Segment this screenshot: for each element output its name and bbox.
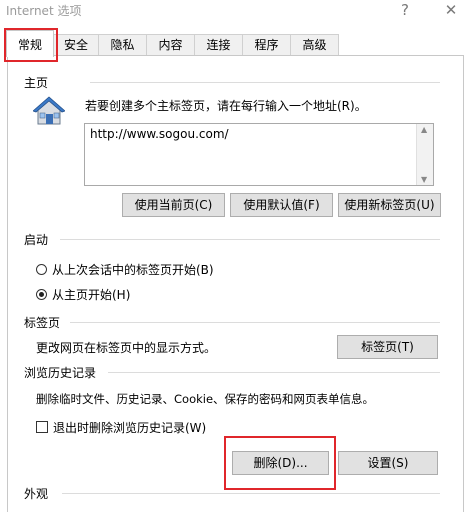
startup-divider xyxy=(60,239,440,240)
window-title: Internet 选项 xyxy=(6,4,82,18)
highlight-general-tab xyxy=(4,28,58,62)
tab-label: 安全 xyxy=(63,38,88,52)
tab-connections[interactable]: 连接 xyxy=(194,34,243,56)
tab-label: 内容 xyxy=(158,38,183,52)
tab-label: 连接 xyxy=(206,38,231,52)
history-description: 删除临时文件、历史记录、Cookie、保存的密码和网页表单信息。 xyxy=(36,392,375,406)
appearance-divider xyxy=(62,493,440,494)
use-new-tab-button[interactable]: 使用新标签页(U) xyxy=(338,193,441,217)
history-settings-button[interactable]: 设置(S) xyxy=(338,451,438,475)
delete-on-exit-label[interactable]: 退出时删除浏览历史记录(W) xyxy=(53,419,206,436)
homepage-instruction: 若要创建多个主标签页，请在每行输入一个地址(R)。 xyxy=(85,99,367,113)
tab-label: 隐私 xyxy=(110,38,135,52)
radio-last-session-label[interactable]: 从上次会话中的标签页开始(B) xyxy=(52,261,214,278)
use-current-button[interactable]: 使用当前页(C) xyxy=(122,193,225,217)
tab-security[interactable]: 安全 xyxy=(53,34,99,56)
tab-privacy[interactable]: 隐私 xyxy=(98,34,147,56)
tab-programs[interactable]: 程序 xyxy=(242,34,291,56)
tabs-description: 更改网页在标签页中的显示方式。 xyxy=(36,341,217,355)
title-bar: Internet 选项 ? ✕ xyxy=(0,0,471,24)
appearance-section-title: 外观 xyxy=(24,487,49,501)
radio-selected-dot xyxy=(39,292,44,297)
homepage-section-title: 主页 xyxy=(24,76,49,90)
tab-advanced[interactable]: 高级 xyxy=(290,34,339,56)
close-icon[interactable]: ✕ xyxy=(437,0,465,22)
radio-last-session[interactable] xyxy=(36,264,47,275)
tab-content[interactable]: 内容 xyxy=(146,34,195,56)
textarea-scrollbar[interactable]: ▲ ▼ xyxy=(416,124,433,185)
scroll-down-icon[interactable]: ▼ xyxy=(421,175,427,184)
tab-label: 高级 xyxy=(302,38,327,52)
tabs-divider xyxy=(70,322,440,323)
homepage-url-textarea[interactable]: http://www.sogou.com/ ▲ ▼ xyxy=(84,123,434,186)
use-default-button[interactable]: 使用默认值(F) xyxy=(230,193,333,217)
tabs-settings-button[interactable]: 标签页(T) xyxy=(337,335,438,359)
homepage-url-value: http://www.sogou.com/ xyxy=(90,127,229,141)
delete-on-exit-checkbox[interactable] xyxy=(36,421,48,433)
history-section-title: 浏览历史记录 xyxy=(24,366,97,380)
house-icon xyxy=(32,96,66,126)
scroll-up-icon[interactable]: ▲ xyxy=(421,125,427,134)
help-icon[interactable]: ? xyxy=(391,0,419,22)
homepage-divider xyxy=(90,82,440,83)
tab-label: 程序 xyxy=(254,38,279,52)
highlight-delete-button xyxy=(224,436,336,490)
startup-section-title: 启动 xyxy=(24,233,49,247)
history-divider xyxy=(108,372,440,373)
radio-homepage-label[interactable]: 从主页开始(H) xyxy=(52,286,130,303)
radio-homepage[interactable] xyxy=(36,289,47,300)
tabs-section-title: 标签页 xyxy=(24,316,61,330)
